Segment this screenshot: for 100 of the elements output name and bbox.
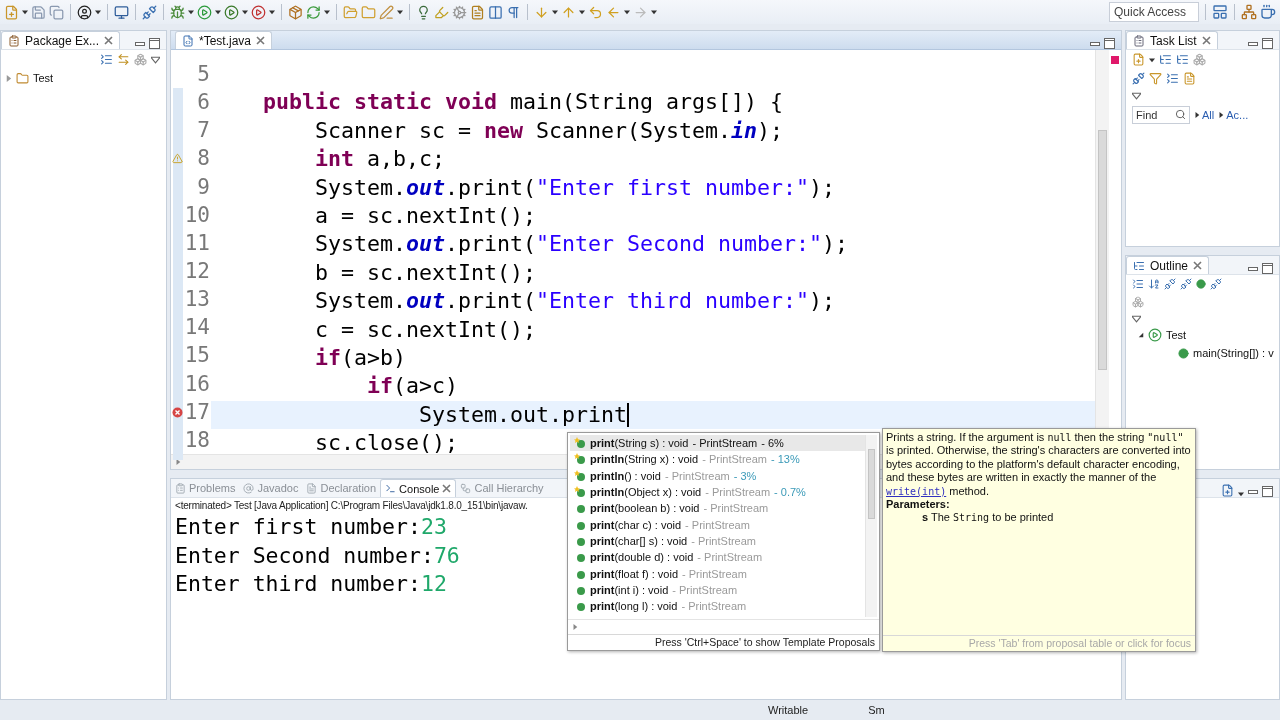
hide-non-public-icon[interactable] bbox=[1196, 279, 1206, 289]
run-icon[interactable] bbox=[251, 4, 266, 20]
view-tab[interactable]: Console bbox=[380, 479, 457, 497]
maximize-icon[interactable] bbox=[1262, 38, 1273, 49]
save-all-icon[interactable] bbox=[49, 4, 64, 20]
expand-arrow-icon[interactable] bbox=[1138, 332, 1144, 338]
view-menu-icon[interactable] bbox=[1132, 91, 1141, 100]
maximize-icon[interactable] bbox=[149, 38, 160, 49]
line-number: 14 bbox=[184, 315, 210, 340]
collapse-all-icon[interactable] bbox=[100, 53, 113, 66]
package-icon[interactable] bbox=[288, 4, 303, 20]
dropdown-caret-icon[interactable] bbox=[324, 9, 330, 15]
dropdown-caret-icon[interactable] bbox=[552, 9, 558, 15]
maximize-icon[interactable] bbox=[1262, 486, 1273, 497]
dropdown-caret-icon[interactable] bbox=[215, 9, 221, 15]
view-icon bbox=[385, 483, 397, 494]
dropdown-caret-icon[interactable] bbox=[624, 9, 630, 15]
expand-arrow-icon[interactable] bbox=[1194, 112, 1200, 118]
proposal-item[interactable]: print(float f) : void - PrintStream bbox=[570, 565, 865, 582]
parameters-heading: Parameters: bbox=[886, 498, 951, 512]
open-perspective-icon[interactable] bbox=[1212, 4, 1228, 20]
filter-link[interactable]: Ac... bbox=[1226, 109, 1249, 121]
lightbulb-icon[interactable] bbox=[416, 4, 431, 20]
view-icon bbox=[243, 482, 255, 494]
collapse-all-icon[interactable] bbox=[1166, 72, 1179, 85]
task-list-icon bbox=[1133, 34, 1145, 47]
write-int-link[interactable]: write(int) bbox=[886, 485, 947, 497]
columns-icon[interactable] bbox=[488, 4, 503, 20]
proposal-item[interactable]: println(Object x) : void - PrintStream - 0.7% bbox=[570, 483, 865, 501]
proposal-item[interactable]: print(double d) : void - PrintStream bbox=[570, 549, 865, 566]
view-icon bbox=[175, 482, 186, 494]
gear-icon[interactable] bbox=[452, 4, 467, 20]
proposal-item[interactable]: print(char[] s) : void - PrintStream bbox=[570, 532, 865, 550]
link-with-editor-icon[interactable] bbox=[117, 53, 130, 66]
maximize-icon[interactable] bbox=[1104, 38, 1115, 49]
outline-item[interactable]: main(String[]) : v bbox=[1126, 344, 1279, 362]
method-icon bbox=[574, 502, 586, 515]
outline-tab[interactable]: Outline bbox=[1126, 256, 1210, 274]
proposal-item[interactable]: println() : void - PrintStream - 3% bbox=[570, 467, 865, 484]
proposal-item[interactable]: print(boolean b) : void - PrintStream bbox=[570, 500, 865, 517]
view-menu-icon[interactable] bbox=[1132, 314, 1141, 323]
scheduled-icon[interactable] bbox=[1176, 53, 1189, 66]
task-list-tab[interactable]: Task List bbox=[1126, 31, 1218, 49]
editor-tab[interactable]: *Test.java bbox=[175, 31, 273, 49]
categorized-icon[interactable] bbox=[1159, 53, 1172, 66]
bug-icon[interactable] bbox=[170, 4, 185, 20]
collapse-all-icon[interactable] bbox=[1132, 278, 1144, 290]
perspective-icon[interactable] bbox=[1241, 4, 1257, 20]
line-number: 11 bbox=[184, 230, 210, 255]
dropdown-caret-icon[interactable] bbox=[269, 9, 275, 15]
expand-arrow-icon[interactable] bbox=[1218, 112, 1225, 118]
dropdown-caret-icon[interactable] bbox=[1149, 56, 1155, 63]
close-icon[interactable] bbox=[1201, 36, 1211, 45]
vertical-scrollbar[interactable] bbox=[865, 435, 877, 617]
starred-method-icon bbox=[574, 453, 586, 466]
user-circle-icon[interactable] bbox=[77, 4, 92, 20]
close-icon[interactable] bbox=[104, 36, 114, 45]
line-number: 10 bbox=[184, 202, 210, 227]
pilcrow-icon[interactable] bbox=[506, 4, 521, 20]
code-line: if(a>c) bbox=[366, 372, 459, 401]
scroll-left-icon[interactable] bbox=[572, 624, 578, 630]
proposal-item[interactable]: print(char c) : void - PrintStream bbox=[570, 516, 865, 533]
dropdown-caret-icon[interactable] bbox=[397, 9, 403, 15]
project-tree-item[interactable]: Test bbox=[1, 69, 166, 87]
outline-item[interactable]: Test bbox=[1126, 326, 1279, 344]
dropdown-caret-icon[interactable] bbox=[242, 9, 248, 15]
close-icon[interactable] bbox=[1193, 261, 1203, 270]
java-perspective-icon[interactable] bbox=[1260, 4, 1276, 20]
quick-access-field[interactable]: Quick Access bbox=[1109, 2, 1199, 22]
view-menu-icon[interactable] bbox=[151, 55, 160, 64]
line-number: 7 bbox=[197, 118, 210, 143]
proposal-item[interactable]: print(String s) : void - PrintStream - 6% bbox=[570, 435, 865, 452]
monitor-icon[interactable] bbox=[114, 4, 129, 20]
dropdown-caret-icon[interactable] bbox=[22, 9, 28, 15]
plug-icon[interactable] bbox=[142, 4, 157, 20]
package-explorer-icon bbox=[8, 34, 20, 47]
proposal-item[interactable]: println(String x) : void - PrintStream - 13% bbox=[570, 451, 865, 468]
dropdown-caret-icon[interactable] bbox=[95, 9, 101, 15]
proposal-item[interactable]: print(long l) : void - PrintStream bbox=[570, 597, 865, 615]
new-task-icon[interactable] bbox=[1132, 53, 1145, 66]
dropdown-caret-icon[interactable] bbox=[188, 9, 194, 15]
dropdown-caret-icon[interactable] bbox=[651, 9, 657, 15]
find-field[interactable]: Find bbox=[1132, 106, 1190, 124]
filter-link[interactable]: All bbox=[1202, 109, 1215, 121]
sort-icon[interactable] bbox=[1148, 278, 1160, 290]
status-text: Writable bbox=[768, 704, 809, 716]
close-icon[interactable] bbox=[442, 484, 452, 493]
package-explorer-tab[interactable]: Package Ex... bbox=[1, 31, 121, 49]
new-view-icon[interactable] bbox=[1221, 484, 1234, 497]
run-icon[interactable] bbox=[224, 4, 239, 20]
close-icon[interactable] bbox=[256, 36, 266, 45]
dropdown-caret-icon[interactable] bbox=[579, 9, 585, 15]
starred-method-icon bbox=[574, 437, 586, 450]
maximize-icon[interactable] bbox=[1262, 263, 1273, 274]
document-icon[interactable] bbox=[470, 4, 485, 20]
dropdown-caret-icon[interactable] bbox=[1238, 491, 1244, 497]
horizontal-scrollbar[interactable] bbox=[568, 619, 879, 634]
console-line: Enter Second number:76 bbox=[175, 541, 460, 570]
proposal-item[interactable]: print(int i) : void - PrintStream bbox=[570, 581, 865, 598]
console-header: <terminated> Test [Java Application] C:\Program Files\Java\jdk1.8.0_151\bin\javaw. bbox=[175, 500, 528, 511]
